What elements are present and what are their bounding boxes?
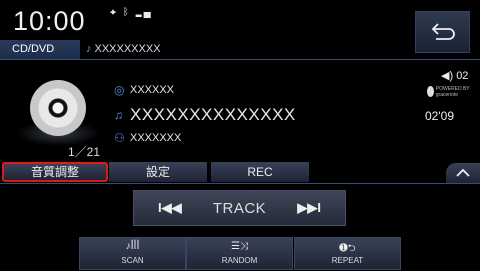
scan-button[interactable]: ♪ꟾꟾꟾ SCAN — [79, 237, 186, 270]
header-track: ♪ XXXXXXXXX — [86, 43, 161, 55]
next-track-button[interactable]: ▶▶I — [297, 200, 321, 216]
signal-icon: ▂▄ — [135, 7, 153, 18]
volume-value: 02 — [456, 70, 469, 82]
source-tab[interactable]: CD/DVD — [0, 40, 80, 59]
tab-audio-settings[interactable]: 音質調整 — [2, 162, 108, 182]
track-count: 1／21 — [68, 145, 101, 159]
speaker-icon: ◀) — [441, 70, 454, 82]
music-note-icon: ♫ — [114, 108, 124, 122]
artist-icon: ⚇ — [114, 131, 125, 145]
random-button[interactable]: ☰⤨ RANDOM — [186, 237, 293, 270]
artist-row: ⚇ XXXXXXX — [114, 131, 181, 145]
bluetooth-icon: ᛒ — [122, 7, 131, 18]
header-track-label: XXXXXXXXX — [94, 43, 161, 55]
random-label: RANDOM — [221, 256, 258, 265]
elapsed-time: 02'09 — [425, 109, 454, 123]
scan-icon: ♪ꟾꟾꟾ — [125, 241, 140, 252]
title-row: ♫ XXXXXXXXXXXXXX — [114, 105, 296, 125]
volume-display: ◀) 02 — [441, 69, 468, 82]
album-row: ◎ XXXXXX — [114, 83, 174, 97]
back-button[interactable] — [415, 11, 470, 53]
clock: 10:00 — [13, 6, 86, 36]
scan-label: SCAN — [121, 256, 144, 265]
repeat-label: REPEAT — [331, 256, 364, 265]
collapse-button[interactable] — [446, 163, 480, 183]
status-icons: ✦ ᛒ ▂▄ — [110, 7, 153, 18]
gracenote-icon — [427, 86, 434, 97]
gracenote-logo: POWERED BY gracenote — [427, 85, 471, 98]
album-icon: ◎ — [114, 83, 125, 97]
tab-rec[interactable]: REC — [211, 162, 309, 182]
tabs-divider — [0, 183, 480, 184]
tab-settings[interactable]: 設定 — [109, 162, 207, 182]
track-control: I◀◀ TRACK ▶▶I — [133, 190, 346, 226]
back-icon — [431, 23, 455, 40]
gps-icon: ✦ — [110, 7, 118, 18]
header-divider — [0, 59, 480, 60]
repeat-button[interactable]: ➊⮌ REPEAT — [294, 237, 401, 270]
music-note-icon: ♪ — [86, 43, 92, 55]
shuffle-icon: ☰⤨ — [231, 241, 248, 252]
previous-track-button[interactable]: I◀◀ — [158, 200, 182, 216]
gracenote-text: POWERED BY gracenote — [435, 85, 470, 98]
disc-icon — [30, 80, 86, 136]
track-label: TRACK — [212, 199, 267, 217]
repeat-icon: ➊⮌ — [339, 243, 356, 254]
chevron-up-icon — [456, 169, 470, 177]
artist-label: XXXXXXX — [130, 132, 182, 144]
title-label: XXXXXXXXXXXXXX — [130, 105, 296, 124]
album-label: XXXXXX — [130, 84, 175, 96]
